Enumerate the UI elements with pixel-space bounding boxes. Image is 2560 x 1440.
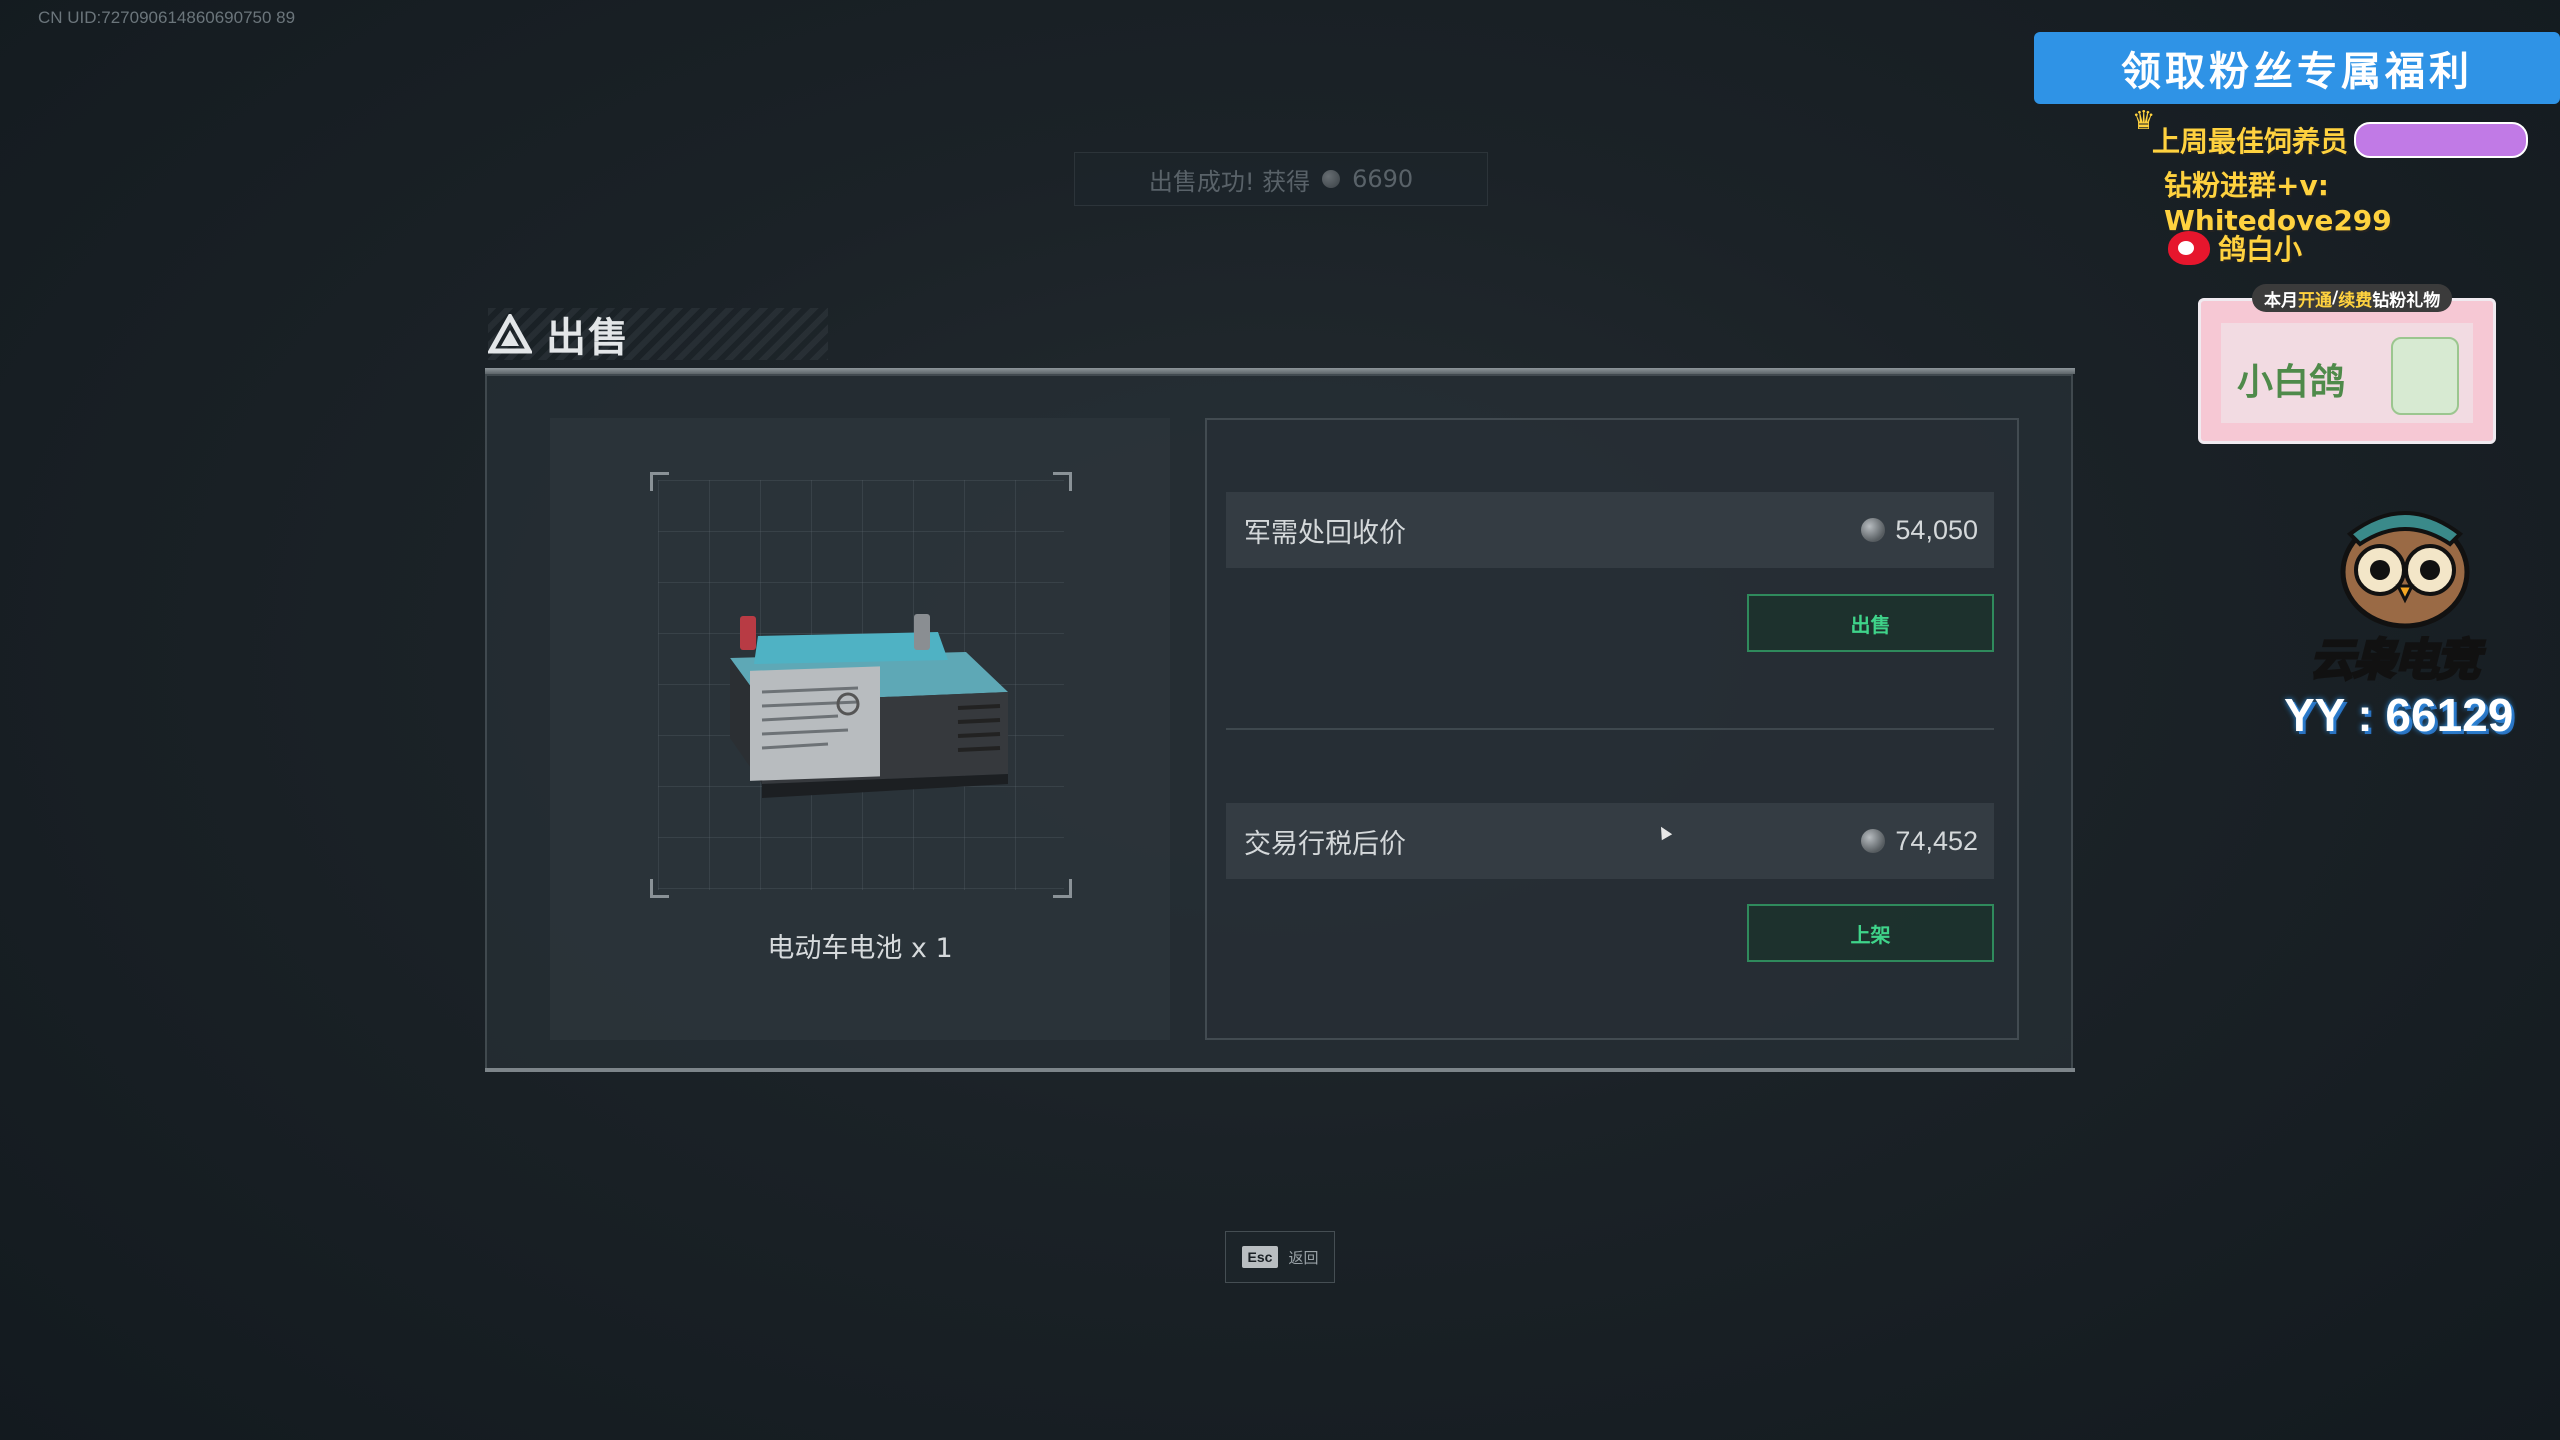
frame-corner bbox=[650, 879, 669, 898]
best-feeder-name-pill bbox=[2354, 122, 2529, 158]
owl-mascot-icon bbox=[2320, 500, 2490, 634]
frame-corner bbox=[650, 472, 669, 491]
yy-channel: YY : 66129 bbox=[2284, 689, 2514, 741]
delta-logo-icon bbox=[488, 314, 532, 354]
diamond-fan-contact: 钻粉进群+v: Whitedove299 bbox=[2164, 169, 2392, 237]
item-name: 电动车电池 x 1 bbox=[767, 933, 953, 964]
gift-tag-prefix: 本月 bbox=[2264, 290, 2298, 311]
sell-button[interactable]: 出售 bbox=[1747, 594, 1994, 652]
market-price-value: 74,452 bbox=[1861, 826, 1978, 857]
back-button[interactable]: Esc 返回 bbox=[1225, 1231, 1335, 1283]
frame-corner bbox=[1053, 472, 1072, 491]
gift-card-inner: 小白鸽 bbox=[2221, 323, 2473, 423]
gift-tag-renew: 续费 bbox=[2338, 290, 2373, 311]
toast-amount: 6690 bbox=[1352, 165, 1414, 193]
recycle-price-row: 军需处回收价 54,050 bbox=[1226, 492, 1994, 568]
market-price-amount: 74,452 bbox=[1895, 825, 1978, 856]
recycle-price-amount: 54,050 bbox=[1895, 514, 1978, 545]
gift-figure-image bbox=[2391, 337, 2459, 415]
coin-icon bbox=[1861, 829, 1886, 853]
market-price-label: 交易行税后价 bbox=[1244, 828, 1406, 860]
esc-key-icon: Esc bbox=[1241, 1246, 1279, 1268]
weibo-name: 鸽白小 bbox=[2218, 233, 2303, 266]
gift-card: 小白鸽 bbox=[2198, 298, 2496, 444]
dialog-header: 出售 bbox=[488, 308, 828, 361]
coin-icon bbox=[1322, 170, 1341, 188]
frame-corner bbox=[1053, 879, 1072, 898]
panel-bottom-border bbox=[485, 1068, 2075, 1072]
battery-image bbox=[718, 588, 1014, 810]
recycle-price-value: 54,050 bbox=[1861, 515, 1978, 546]
player-uid: CN UID:727090614860690750 89 bbox=[38, 8, 296, 27]
dialog-title: 出售 bbox=[546, 315, 630, 361]
toast-text: 出售成功! 获得 bbox=[1148, 167, 1311, 196]
list-on-market-button[interactable]: 上架 bbox=[1747, 904, 1994, 962]
gift-tag-suffix: 钻粉礼物 bbox=[2372, 290, 2441, 311]
sale-success-toast: 出售成功! 获得 6690 bbox=[1074, 152, 1488, 206]
section-divider bbox=[1226, 728, 1994, 730]
best-feeder: ♛ 上周最佳饲养员 bbox=[2132, 106, 2529, 160]
recycle-price-label: 军需处回收价 bbox=[1244, 517, 1406, 549]
crown-icon: ♛ bbox=[2132, 106, 2156, 136]
gift-tag-open: 开通 bbox=[2298, 290, 2332, 311]
gift-logo: 小白鸽 bbox=[2237, 362, 2346, 403]
brand-name: 云枭电竞 bbox=[2309, 634, 2482, 688]
best-feeder-label: 上周最佳饲养员 bbox=[2152, 125, 2349, 158]
back-label: 返回 bbox=[1288, 1248, 1319, 1267]
fan-benefit-banner[interactable]: 领取粉丝专属福利 bbox=[2034, 32, 2560, 104]
weibo-account: 鸽白小 bbox=[2168, 228, 2302, 268]
coin-icon bbox=[1861, 518, 1886, 542]
weibo-icon bbox=[2168, 231, 2210, 265]
market-price-row: 交易行税后价 74,452 bbox=[1226, 803, 1994, 879]
gift-tag: 本月 开通 / 续费 钻粉礼物 bbox=[2252, 284, 2453, 312]
